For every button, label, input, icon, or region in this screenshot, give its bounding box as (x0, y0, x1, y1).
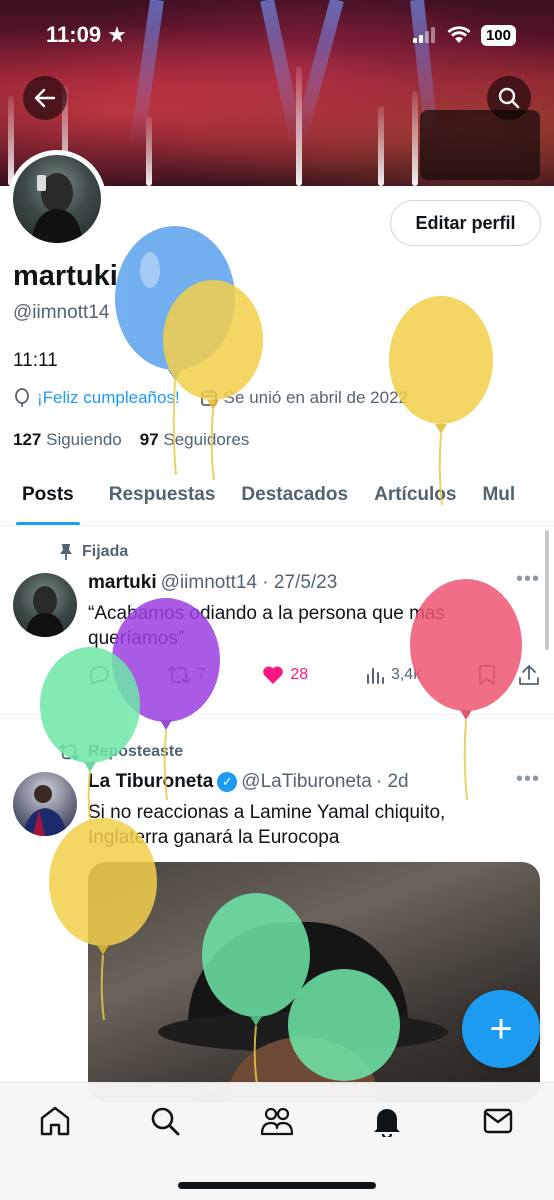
nav-communities[interactable] (255, 1099, 299, 1143)
nav-notifications[interactable] (365, 1099, 409, 1143)
post-author[interactable]: La Tiburoneta (88, 771, 213, 793)
follow-stats: 127 Siguiendo 97 Seguidores (13, 430, 249, 450)
post-avatar[interactable] (13, 573, 77, 637)
like-icon (263, 666, 284, 684)
tab-respuestas[interactable]: Respuestas (96, 470, 229, 525)
star-icon: ★ (107, 22, 127, 47)
post-handle: @LaTiburoneta (241, 771, 372, 792)
post-actions: 7 28 3,4k (88, 660, 540, 690)
nav-messages[interactable] (476, 1099, 520, 1143)
avatar-photo (31, 173, 83, 243)
profile-avatar[interactable] (8, 150, 106, 248)
balloon-icon (15, 388, 29, 407)
post-time: · 2d (375, 771, 409, 792)
back-arrow-icon (34, 88, 56, 108)
post-header: martuki @iimnott14 · 27/5/23 (88, 572, 337, 594)
post-author[interactable]: martuki (88, 572, 157, 594)
status-time: 11:09 ★ (46, 22, 127, 47)
post-handle-date: @iimnott14 · 27/5/23 (160, 572, 338, 593)
post-text: “Acabamos odiando a la persona que mas q… (88, 603, 446, 649)
like-button[interactable]: 28 (262, 665, 308, 685)
profile-tabs: Posts Respuestas Destacados Artículos Mu… (0, 470, 554, 526)
search-button[interactable] (487, 76, 531, 120)
reply-button[interactable] (88, 665, 110, 685)
tab-destacados[interactable]: Destacados (228, 470, 361, 525)
views-count: 3,4k (390, 666, 422, 683)
avatar-photo (25, 586, 65, 637)
share-icon[interactable] (518, 664, 540, 686)
repost-count: 7 (196, 666, 206, 683)
messages-icon (483, 1108, 513, 1134)
post-avatar[interactable] (13, 772, 77, 836)
birthday-link[interactable]: ¡Feliz cumpleaños! (37, 388, 180, 408)
status-bar: 11:09 ★ 100 (0, 0, 554, 70)
repost-label: Reposteaste (58, 743, 183, 761)
post-divider (0, 714, 554, 715)
profile-meta: ¡Feliz cumpleaños! Se unió en abril de 2… (13, 388, 408, 408)
bookmark-share-group (478, 664, 540, 686)
repost-button[interactable]: 7 (167, 665, 206, 685)
home-icon (40, 1106, 70, 1136)
joined-date: Se unió en abril de 2022 (223, 388, 408, 407)
tab-posts[interactable]: Posts (0, 470, 96, 525)
edit-profile-button[interactable]: Editar perfil (390, 200, 541, 246)
notifications-icon (374, 1109, 400, 1137)
calendar-icon (200, 390, 217, 406)
repost-icon (167, 666, 191, 684)
compose-button[interactable]: + (462, 990, 540, 1068)
wifi-icon (447, 26, 471, 43)
views-button[interactable]: 3,4k (365, 665, 421, 685)
like-count: 28 (290, 666, 309, 683)
reply-icon (89, 666, 109, 685)
signal-icon (412, 27, 435, 43)
profile-bio: 11:11 (13, 350, 58, 371)
explore-icon (151, 1107, 180, 1136)
back-button[interactable] (23, 76, 67, 120)
tab-articulos[interactable]: Artículos (361, 470, 469, 525)
battery-indicator: 100 (480, 24, 516, 46)
following-stat[interactable]: 127 Siguiendo (13, 430, 122, 450)
more-options-icon[interactable]: ••• (516, 568, 540, 591)
balloon-yellow (163, 280, 263, 481)
followers-stat[interactable]: 97 Seguidores (140, 430, 250, 450)
more-options-icon[interactable]: ••• (516, 768, 540, 791)
post-text: Si no reaccionas a Lamine Yamal chiquito… (88, 802, 446, 848)
home-indicator[interactable] (178, 1182, 376, 1189)
post-header: La Tiburoneta ✓ @LaTiburoneta · 2d (88, 771, 409, 793)
tab-multimedia[interactable]: Mul (469, 470, 528, 525)
nav-explore[interactable] (143, 1099, 187, 1143)
profile-handle: @iimnott14 (13, 302, 110, 323)
search-icon (498, 87, 520, 109)
pin-icon (60, 544, 72, 560)
repost-icon (58, 744, 80, 760)
status-icons: 100 (412, 24, 516, 46)
profile-name: martuki (13, 260, 118, 292)
post-media-image[interactable] (88, 862, 540, 1102)
verified-icon: ✓ (217, 772, 238, 792)
nav-home[interactable] (33, 1099, 77, 1143)
scrollbar[interactable] (545, 530, 549, 650)
communities-icon (260, 1107, 294, 1136)
views-icon (366, 668, 384, 684)
bookmark-icon[interactable] (478, 664, 496, 686)
pinned-label: Fijada (58, 543, 128, 561)
avatar-photo (23, 785, 67, 836)
